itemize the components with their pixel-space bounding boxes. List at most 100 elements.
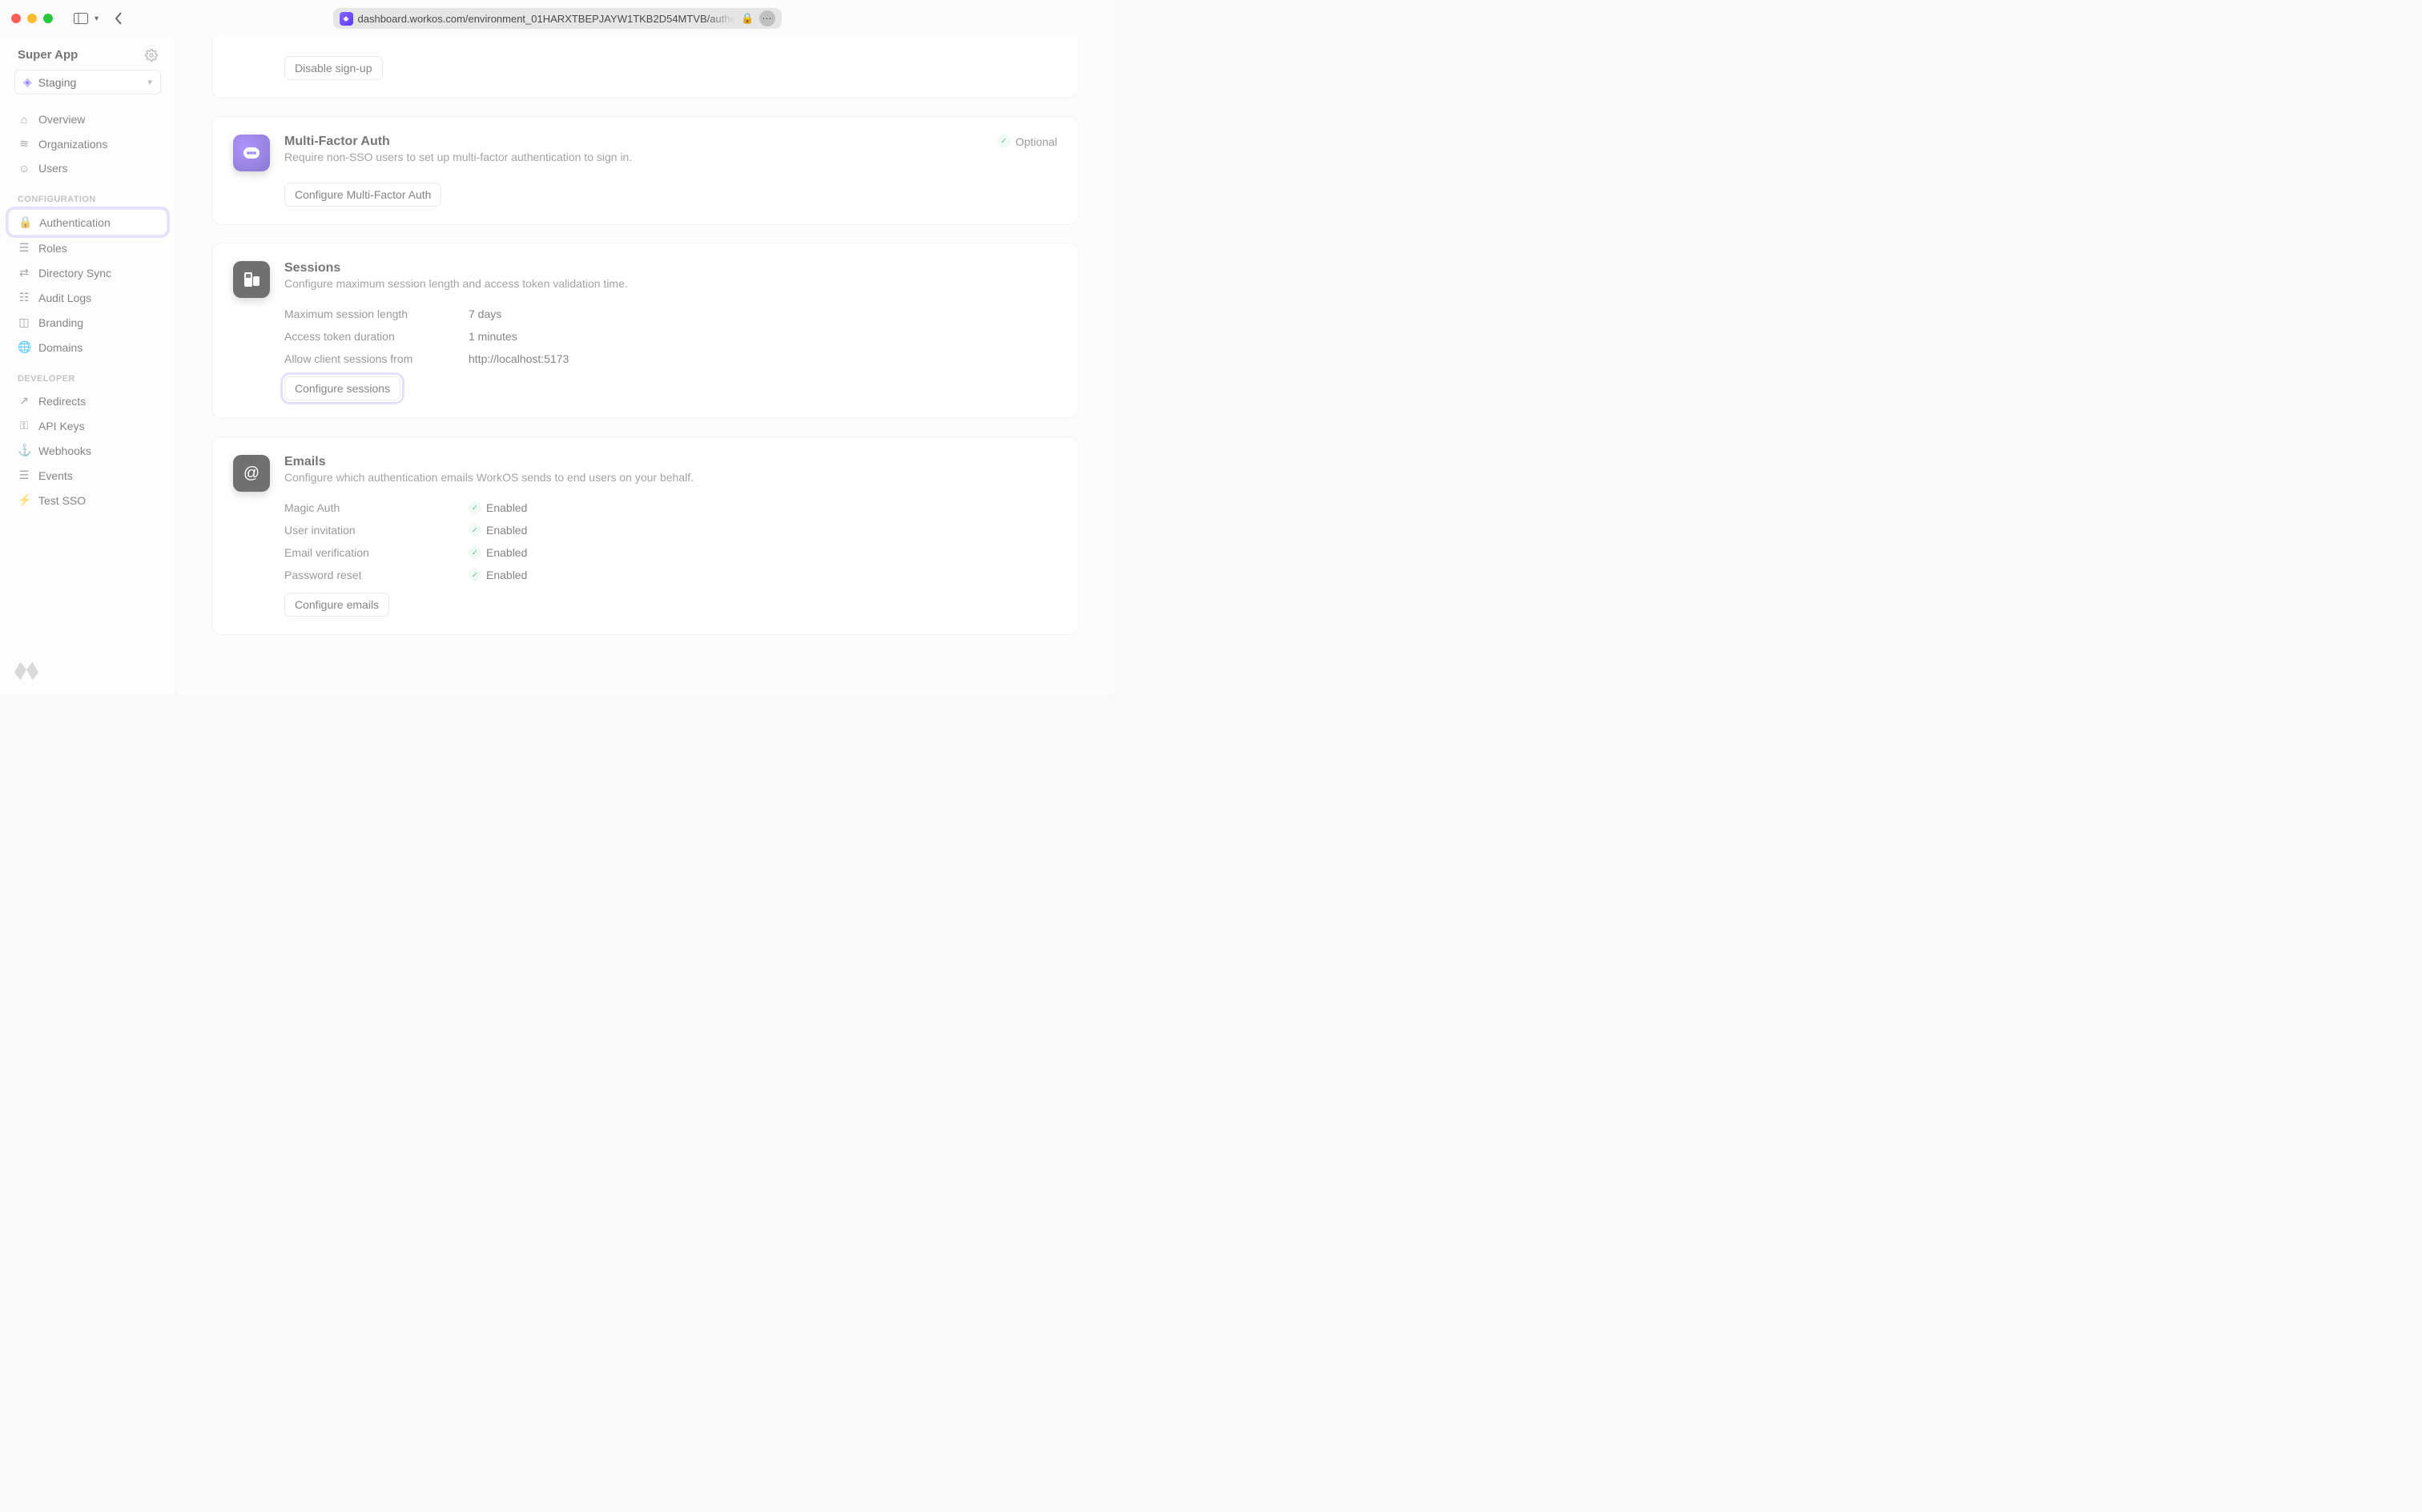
kv-value: ✓Enabled xyxy=(469,569,527,581)
check-icon: ✓ xyxy=(469,501,481,514)
gear-icon[interactable] xyxy=(145,49,158,62)
kv-key: Magic Auth xyxy=(284,501,428,514)
roles-icon: ☰ xyxy=(18,241,30,255)
key-icon: ⚿ xyxy=(18,419,30,432)
kv-key: Access token duration xyxy=(284,330,428,343)
sidebar-item-label: Webhooks xyxy=(38,444,91,457)
emails-icon: @ xyxy=(233,455,270,492)
sidebar-item-label: Branding xyxy=(38,316,83,329)
sidebar-item-domains[interactable]: 🌐 Domains xyxy=(8,335,167,360)
emails-card: @ Emails Configure which authentication … xyxy=(211,436,1079,635)
sidebar-toggle-icon[interactable] xyxy=(74,13,88,24)
chevron-down-icon: ▾ xyxy=(147,77,152,87)
sidebar-item-label: Users xyxy=(38,162,68,175)
sidebar-item-label: Events xyxy=(38,469,73,482)
sidebar-item-webhooks[interactable]: ⚓ Webhooks xyxy=(8,438,167,463)
kv-row: Access token duration 1 minutes xyxy=(284,330,1057,343)
kv-row: Allow client sessions from http://localh… xyxy=(284,352,1057,365)
environment-label: Staging xyxy=(38,76,76,89)
lock-icon: 🔒 xyxy=(18,215,31,229)
kv-value: 7 days xyxy=(469,308,501,320)
kv-value: 1 minutes xyxy=(469,330,517,343)
configure-mfa-button[interactable]: Configure Multi-Factor Auth xyxy=(284,183,441,207)
check-icon: ✓ xyxy=(997,135,1011,148)
back-icon[interactable] xyxy=(115,12,123,25)
kv-key: Maximum session length xyxy=(284,308,428,320)
chrome-chevron-down-icon[interactable]: ▾ xyxy=(95,14,99,23)
check-icon: ✓ xyxy=(469,569,481,581)
configure-sessions-button[interactable]: Configure sessions xyxy=(284,376,400,400)
kv-value: ✓Enabled xyxy=(469,501,527,514)
bolt-icon: ⚡ xyxy=(18,493,30,507)
sidebar-item-audit-logs[interactable]: ☷ Audit Logs xyxy=(8,285,167,310)
webhook-icon: ⚓ xyxy=(18,444,30,457)
sidebar-item-branding[interactable]: ◫ Branding xyxy=(8,310,167,335)
sidebar-item-label: Redirects xyxy=(38,395,86,408)
workos-logo-icon xyxy=(14,658,38,681)
sidebar-item-label: Roles xyxy=(38,242,67,255)
kv-row: Maximum session length 7 days xyxy=(284,308,1057,320)
url-text: dashboard.workos.com/environment_01HARXT… xyxy=(358,13,737,25)
mfa-card: Multi-Factor Auth Require non-SSO users … xyxy=(211,116,1079,225)
configure-emails-button[interactable]: Configure emails xyxy=(284,593,389,617)
branding-icon: ◫ xyxy=(18,316,30,329)
environment-switcher[interactable]: ◈ Staging ▾ xyxy=(14,70,161,94)
maximize-window-icon[interactable] xyxy=(43,14,53,23)
kv-key: Email verification xyxy=(284,546,428,559)
kv-value: http://localhost:5173 xyxy=(469,352,569,365)
disable-signup-button[interactable]: Disable sign-up xyxy=(284,56,383,80)
sessions-card: Sessions Configure maximum session lengt… xyxy=(211,243,1079,419)
environment-dot-icon: ◈ xyxy=(23,75,32,89)
kv-value: ✓Enabled xyxy=(469,524,527,537)
sidebar-item-label: Audit Logs xyxy=(38,292,91,304)
window-traffic-lights[interactable] xyxy=(11,14,53,23)
sidebar-item-events[interactable]: ☰ Events xyxy=(8,463,167,488)
site-favicon-icon: ◆ xyxy=(340,12,353,26)
sidebar-item-api-keys[interactable]: ⚿ API Keys xyxy=(8,413,167,438)
mfa-title: Multi-Factor Auth xyxy=(284,135,632,149)
layers-icon: ≋ xyxy=(18,137,30,151)
globe-icon: 🌐 xyxy=(18,340,30,354)
events-icon: ☰ xyxy=(18,468,30,482)
mfa-status-badge: ✓ Optional xyxy=(997,135,1057,148)
sidebar-item-label: Authentication xyxy=(39,216,111,229)
kv-row: User invitation ✓Enabled xyxy=(284,524,1057,537)
minimize-window-icon[interactable] xyxy=(27,14,37,23)
kv-value: ✓Enabled xyxy=(469,546,527,559)
close-window-icon[interactable] xyxy=(11,14,21,23)
mfa-status-text: Optional xyxy=(1016,135,1057,148)
section-label-configuration: CONFIGURATION xyxy=(0,180,175,209)
sessions-icon xyxy=(233,261,270,298)
app-title: Super App xyxy=(18,48,78,62)
sidebar-item-roles[interactable]: ☰ Roles xyxy=(8,235,167,260)
sidebar-item-organizations[interactable]: ≋ Organizations xyxy=(8,131,167,156)
kv-key: User invitation xyxy=(284,524,428,537)
kv-row: Password reset ✓Enabled xyxy=(284,569,1057,581)
emails-description: Configure which authentication emails Wo… xyxy=(284,471,694,484)
sidebar-item-label: Test SSO xyxy=(38,494,86,507)
mfa-description: Require non-SSO users to set up multi-fa… xyxy=(284,151,632,163)
sidebar-item-redirects[interactable]: ↗ Redirects xyxy=(8,388,167,413)
redirect-icon: ↗ xyxy=(18,394,30,408)
check-icon: ✓ xyxy=(469,546,481,559)
sidebar-item-test-sso[interactable]: ⚡ Test SSO xyxy=(8,488,167,513)
sidebar-item-label: Overview xyxy=(38,113,85,126)
sidebar-item-label: Directory Sync xyxy=(38,267,111,279)
sidebar-item-label: Domains xyxy=(38,341,82,354)
sidebar-item-directory-sync[interactable]: ⇄ Directory Sync xyxy=(8,260,167,285)
kv-row: Email verification ✓Enabled xyxy=(284,546,1057,559)
section-label-developer: DEVELOPER xyxy=(0,360,175,388)
check-icon: ✓ xyxy=(469,524,481,537)
home-icon: ⌂ xyxy=(18,113,30,126)
more-menu-icon[interactable]: ⋯ xyxy=(759,10,775,26)
sidebar-item-users[interactable]: ☺ Users xyxy=(8,156,167,180)
address-bar[interactable]: ◆ dashboard.workos.com/environment_01HAR… xyxy=(333,8,782,29)
kv-row: Magic Auth ✓Enabled xyxy=(284,501,1057,514)
sidebar-item-authentication[interactable]: 🔒 Authentication xyxy=(8,209,167,235)
sidebar-item-label: Organizations xyxy=(38,138,107,151)
kv-key: Allow client sessions from xyxy=(284,352,428,365)
directory-icon: ⇄ xyxy=(18,266,30,279)
emails-title: Emails xyxy=(284,455,694,469)
sidebar-item-overview[interactable]: ⌂ Overview xyxy=(8,107,167,131)
lock-icon: 🔒 xyxy=(741,12,754,25)
